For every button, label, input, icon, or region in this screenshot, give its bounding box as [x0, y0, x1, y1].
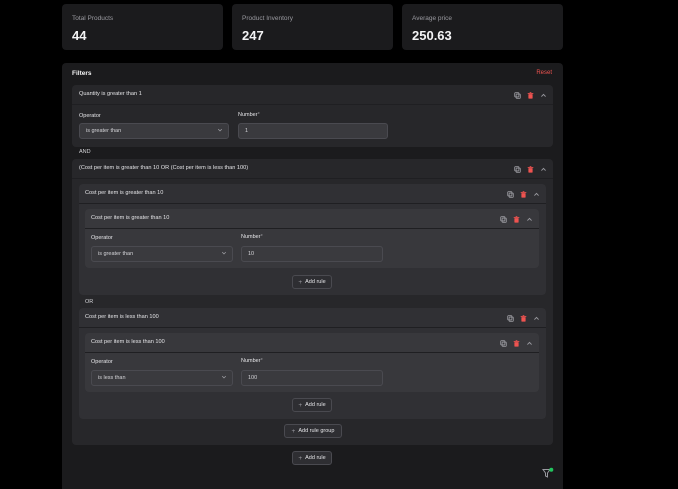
filters-panel: Filters Reset Quantity is greater than 1… [62, 63, 563, 489]
number-input[interactable]: 1 [238, 123, 388, 139]
operator-label: Operator [79, 113, 101, 119]
chevron-up-icon[interactable] [525, 339, 533, 347]
trash-icon[interactable] [519, 190, 527, 198]
operator-select[interactable]: is less than [91, 370, 233, 386]
chevron-down-icon [217, 127, 223, 135]
plus-icon: + [298, 454, 303, 462]
rule-cost-greater: Cost per item is greater than 10 Operato… [85, 209, 539, 268]
chevron-up-icon[interactable] [539, 91, 547, 99]
rule-actions [499, 215, 533, 223]
add-rule-button[interactable]: + Add rule [292, 275, 332, 289]
operator-label: Operator [91, 235, 113, 241]
operator-select[interactable]: is greater than [91, 246, 233, 262]
rule-title[interactable]: Cost per item is less than 100 [91, 339, 165, 345]
chevron-up-icon[interactable] [539, 165, 547, 173]
filters-title: Filters [72, 70, 92, 77]
operator-value: is less than [98, 375, 126, 381]
plus-icon: + [298, 401, 303, 409]
stat-label: Total Products [72, 15, 114, 22]
add-rule-button[interactable]: + Add rule [292, 398, 332, 412]
subgroup-greater-than: Cost per item is greater than 10 Cost pe… [79, 184, 546, 295]
stat-value: 250.63 [412, 28, 452, 43]
operator-select[interactable]: is greater than [79, 123, 229, 139]
copy-icon[interactable] [499, 339, 507, 347]
trash-icon[interactable] [512, 215, 520, 223]
stat-value: 44 [72, 28, 87, 43]
operator-value: is greater than [98, 251, 134, 257]
rule-title[interactable]: Cost per item is greater than 10 [91, 215, 169, 221]
divider [85, 352, 539, 353]
number-label: Number* [241, 358, 263, 364]
rule-actions [513, 91, 547, 99]
rule-group: (Cost per item is greater than 10 OR (Co… [72, 159, 553, 445]
copy-icon[interactable] [513, 91, 521, 99]
divider [72, 178, 553, 179]
number-label: Number* [238, 112, 260, 118]
subgroup-title[interactable]: Cost per item is greater than 10 [85, 190, 163, 196]
divider [72, 104, 553, 105]
trash-icon[interactable] [526, 91, 534, 99]
stat-card-total-products: Total Products 44 [62, 4, 223, 50]
trash-icon[interactable] [512, 339, 520, 347]
chevron-down-icon [221, 250, 227, 258]
divider [85, 228, 539, 229]
number-label: Number* [241, 234, 263, 240]
subgroup-actions [506, 190, 540, 198]
add-rule-group-button[interactable]: + Add rule group [284, 424, 342, 438]
trash-icon[interactable] [526, 165, 534, 173]
stat-label: Average price [412, 15, 452, 22]
stat-card-product-inventory: Product Inventory 247 [232, 4, 393, 50]
copy-icon[interactable] [506, 190, 514, 198]
chevron-up-icon[interactable] [532, 190, 540, 198]
copy-icon[interactable] [499, 215, 507, 223]
chevron-down-icon [221, 374, 227, 382]
divider [79, 327, 546, 328]
rule-cost-less: Cost per item is less than 100 Operator … [85, 333, 539, 392]
subgroup-actions [506, 314, 540, 322]
group-actions [513, 165, 547, 173]
reset-button[interactable]: Reset [536, 70, 552, 76]
rule-title[interactable]: Quantity is greater than 1 [79, 91, 142, 97]
subgroup-less-than: Cost per item is less than 100 Cost per … [79, 308, 546, 419]
chevron-up-icon[interactable] [525, 215, 533, 223]
rule-actions [499, 339, 533, 347]
plus-icon: + [291, 427, 296, 435]
group-title[interactable]: (Cost per item is greater than 10 OR (Co… [79, 165, 248, 171]
chevron-up-icon[interactable] [532, 314, 540, 322]
rule-quantity: Quantity is greater than 1 Operator is g… [72, 85, 553, 147]
subgroup-title[interactable]: Cost per item is less than 100 [85, 314, 159, 320]
stat-value: 247 [242, 28, 264, 43]
copy-icon[interactable] [506, 314, 514, 322]
number-input[interactable]: 10 [241, 246, 383, 262]
stat-label: Product Inventory [242, 15, 293, 22]
plus-icon: + [298, 278, 303, 286]
filter-icon[interactable] [542, 466, 554, 478]
add-rule-button[interactable]: + Add rule [292, 451, 332, 465]
connector-and: AND [79, 149, 91, 155]
stat-card-average-price: Average price 250.63 [402, 4, 563, 50]
copy-icon[interactable] [513, 165, 521, 173]
divider [79, 203, 546, 204]
connector-or: OR [85, 299, 94, 305]
number-input[interactable]: 100 [241, 370, 383, 386]
trash-icon[interactable] [519, 314, 527, 322]
operator-label: Operator [91, 359, 113, 365]
operator-value: is greater than [86, 128, 122, 134]
